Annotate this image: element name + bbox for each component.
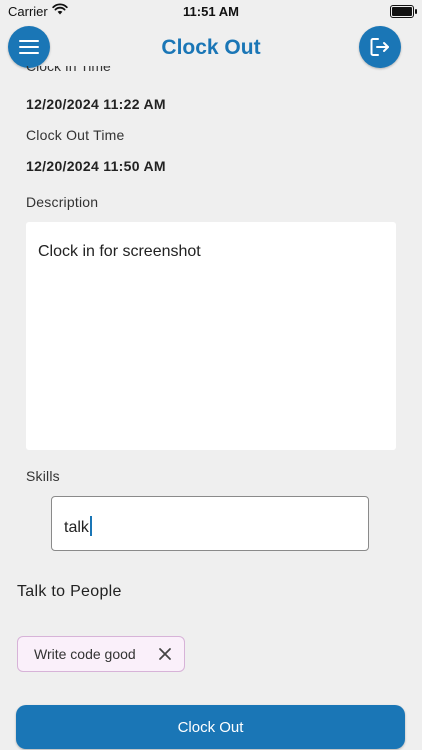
clock-in-label: Clock In Time (26, 66, 111, 74)
clock-out-button[interactable]: Clock Out (16, 705, 405, 749)
skill-suggestion[interactable]: Talk to People (17, 583, 122, 601)
skill-chip-label: Write code good (34, 646, 136, 662)
skills-input[interactable]: talk (51, 496, 369, 551)
description-label: Description (26, 194, 99, 210)
logout-button[interactable] (359, 26, 401, 68)
clock-in-value: 12/20/2024 11:22 AM (26, 96, 166, 112)
text-caret (89, 516, 92, 536)
clock-out-label: Clock Out Time (26, 127, 125, 143)
skills-input-value: talk (64, 519, 89, 536)
skills-label: Skills (26, 468, 60, 484)
logout-icon (370, 38, 389, 56)
battery-icon (390, 5, 417, 18)
description-text: Clock in for screenshot (38, 243, 201, 260)
status-bar: Carrier 11:51 AM (0, 0, 422, 24)
description-field[interactable]: Clock in for screenshot (26, 222, 396, 450)
close-icon[interactable] (158, 647, 172, 666)
skill-chip: Write code good (17, 636, 185, 672)
status-time: 11:51 AM (183, 4, 239, 19)
clock-out-value: 12/20/2024 11:50 AM (26, 158, 166, 174)
